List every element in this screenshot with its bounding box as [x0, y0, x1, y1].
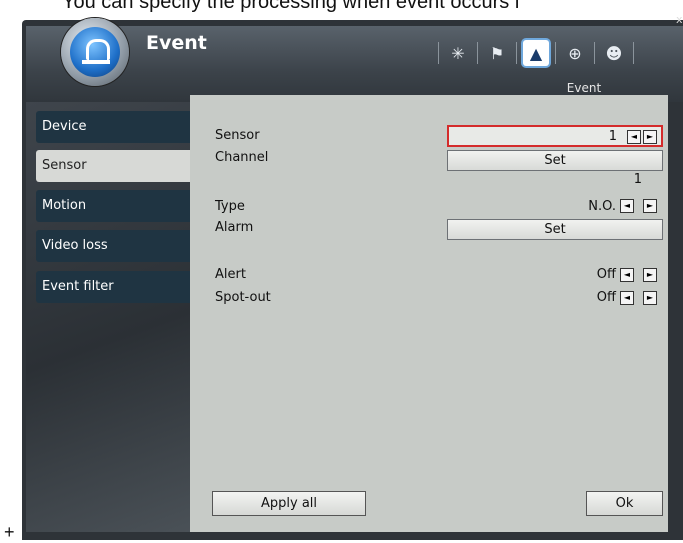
spot-out-value: Off — [596, 290, 616, 305]
alert-label: Alert — [215, 267, 246, 282]
sensor-next-arrow-icon[interactable]: ► — [643, 130, 657, 144]
flag-icon[interactable]: ⚑ — [484, 40, 510, 66]
sidebar-item-event-filter[interactable]: Event filter — [36, 271, 191, 303]
sidebar-item-sensor[interactable]: Sensor — [36, 150, 191, 182]
alert-value: Off — [596, 267, 616, 282]
sensor-label: Sensor — [215, 128, 260, 143]
type-next-arrow-icon[interactable]: ► — [643, 199, 657, 213]
close-icon[interactable]: x — [676, 13, 683, 26]
spot-out-label: Spot-out — [215, 290, 271, 305]
spot-out-prev-arrow-icon[interactable]: ◄ — [620, 291, 634, 305]
sensor-selector[interactable]: 1 ◄ ► — [447, 125, 663, 147]
users-icon[interactable]: ☻ — [601, 40, 627, 66]
sidebar-item-motion[interactable]: Motion — [36, 190, 191, 222]
section-header: Event — [190, 77, 666, 95]
alert-prev-arrow-icon[interactable]: ◄ — [620, 268, 634, 282]
network-globe-icon[interactable]: ⊕ — [562, 40, 588, 66]
channel-set-button[interactable]: Set — [447, 150, 663, 171]
settings-icon[interactable]: ✳ — [445, 40, 471, 66]
section-title: Event — [566, 81, 602, 95]
bell-icon — [70, 27, 120, 77]
type-value: N.O. — [588, 199, 616, 214]
channel-label: Channel — [215, 150, 269, 165]
event-logo — [61, 18, 129, 86]
type-prev-arrow-icon[interactable]: ◄ — [620, 199, 634, 213]
ok-button[interactable]: Ok — [586, 491, 663, 516]
sensor-value: 1 — [608, 129, 617, 144]
alarm-set-button[interactable]: Set — [447, 219, 663, 240]
event-bell-icon[interactable]: ▲ — [523, 40, 549, 66]
toolbar: ✳ ⚑ ▲ ⊕ ☻ — [432, 40, 640, 66]
spot-out-next-arrow-icon[interactable]: ► — [643, 291, 657, 305]
channel-value: 1 — [633, 172, 642, 187]
alarm-label: Alarm — [215, 220, 254, 235]
sensor-prev-arrow-icon[interactable]: ◄ — [627, 130, 641, 144]
page-title: Event — [146, 32, 207, 54]
alert-next-arrow-icon[interactable]: ► — [643, 268, 657, 282]
sidebar-item-video-loss[interactable]: Video loss — [36, 230, 191, 262]
sidebar-item-device[interactable]: Device — [36, 111, 191, 143]
apply-all-button[interactable]: Apply all — [212, 491, 366, 516]
type-label: Type — [215, 199, 245, 214]
instruction-caption: You can specify the processing when even… — [62, 0, 520, 13]
